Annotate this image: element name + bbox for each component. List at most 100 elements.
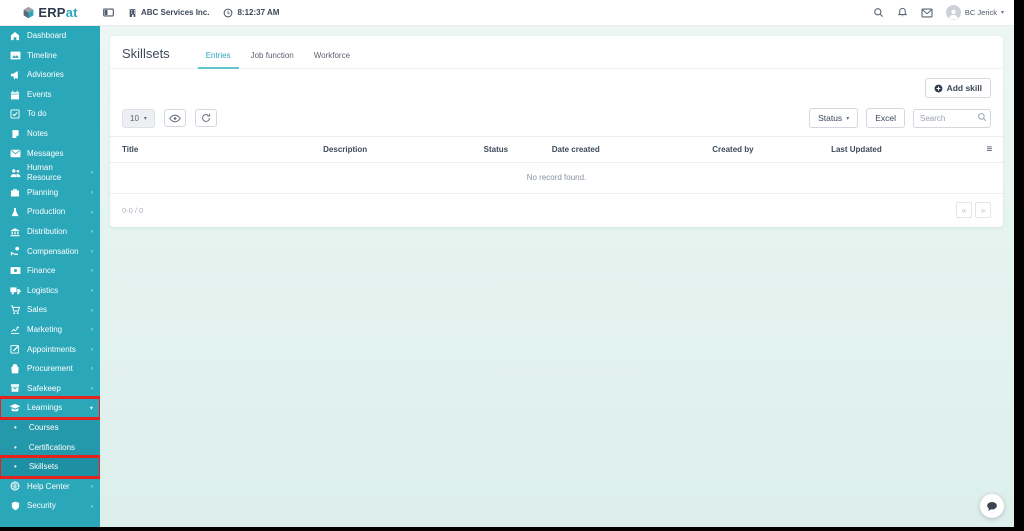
help-center-icon <box>9 481 21 491</box>
clock-icon <box>223 8 233 18</box>
sidebar-item-label: Timeline <box>27 50 57 60</box>
chat-bubble-icon <box>986 501 998 512</box>
column-header-date-created: Date created <box>539 136 701 163</box>
sidebar-item-learnings[interactable]: Learnings ▾ <box>0 396 100 420</box>
chevron-right-icon: › <box>90 169 93 177</box>
sidebar-item-sales[interactable]: Sales › <box>0 300 100 320</box>
safekeep-icon <box>9 383 21 393</box>
sidebar-item-label: To do <box>27 109 47 119</box>
sidebar-item-help-center[interactable]: Help Center › <box>0 477 100 497</box>
company-selector[interactable]: ABC Services Inc. <box>128 8 209 18</box>
sidebar-item-label: Notes <box>27 129 48 139</box>
search-field-wrap <box>913 108 991 128</box>
sidebar-item-distribution[interactable]: Distribution › <box>0 222 100 242</box>
sidebar-item-logistics[interactable]: Logistics › <box>0 281 100 301</box>
sidebar-item-production[interactable]: Production › <box>0 202 100 222</box>
sidebar-item-appointments[interactable]: Appointments › <box>0 340 100 360</box>
sidebar-item-dashboard[interactable]: Dashboard <box>0 26 100 46</box>
sidebar-item-label: Logistics <box>27 285 59 295</box>
sidebar-item-planning[interactable]: Planning › <box>0 183 100 203</box>
chevron-right-icon: › <box>90 228 93 236</box>
sidebar-item-courses[interactable]: • Courses <box>0 417 100 438</box>
skills-table: Title Description Status Date created Create… <box>110 136 1003 163</box>
status-filter-button[interactable]: Status ▾ <box>809 108 859 128</box>
messages-mail-icon[interactable] <box>921 8 933 18</box>
user-menu[interactable]: BC Jerick ▾ <box>945 5 1004 20</box>
pagination-prev-button[interactable]: « <box>956 202 972 218</box>
chevron-right-icon: › <box>90 287 93 295</box>
add-skill-button[interactable]: Add skill <box>924 78 991 98</box>
pagination-next-button[interactable]: » <box>975 202 991 218</box>
clock-display: 8:12:37 AM <box>223 8 279 18</box>
column-header-last-updated: Last Updated <box>819 136 975 163</box>
refresh-icon <box>201 113 211 123</box>
notifications-bell-icon[interactable] <box>897 7 908 18</box>
procurement-icon <box>9 363 21 374</box>
excel-export-button[interactable]: Excel <box>866 108 905 128</box>
notes-icon <box>9 129 21 139</box>
sidebar-item-notes[interactable]: Notes <box>0 124 100 144</box>
sidebar-item-to-do[interactable]: To do <box>0 104 100 124</box>
logo-text: ERPat <box>38 5 77 20</box>
search-icon[interactable] <box>873 7 884 18</box>
advisories-icon <box>9 70 21 80</box>
todo-icon <box>9 109 21 119</box>
refresh-button[interactable] <box>194 109 217 127</box>
column-header-created-by: Created by <box>700 136 820 163</box>
sidebar-item-advisories[interactable]: Advisories <box>0 65 100 85</box>
add-skill-label: Add skill <box>946 83 982 93</box>
tab-entries[interactable]: Entries <box>196 47 241 69</box>
logo-text-accent: at <box>65 5 78 20</box>
top-navbar: ERPat ABC Services Inc. 8:12:37 AM BC Je… <box>0 0 1014 26</box>
building-icon <box>128 8 137 18</box>
sidebar-item-label: Human Resource <box>27 163 62 182</box>
search-icon <box>977 112 987 122</box>
column-header-title: Title <box>110 136 312 163</box>
chevron-right-icon: › <box>90 189 93 197</box>
sidebar-item-security[interactable]: Security › <box>0 496 100 516</box>
messages-icon <box>9 149 21 158</box>
sidebar-toggle[interactable] <box>103 7 114 18</box>
excel-label: Excel <box>875 113 896 123</box>
tab-workforce[interactable]: Workforce <box>304 47 360 68</box>
sidebar-item-compensation[interactable]: Compensation › <box>0 242 100 262</box>
page-size-select[interactable]: 10 ▾ <box>122 108 155 128</box>
column-header-status: Status <box>471 136 540 163</box>
sidebar-item-skillsets[interactable]: • Skillsets <box>0 455 100 479</box>
sales-icon <box>9 305 21 315</box>
chevron-down-icon: ▾ <box>1000 10 1004 16</box>
sidebar-item-messages[interactable]: Messages <box>0 144 100 164</box>
tab-bar: Entries Job function Workforce <box>196 47 360 69</box>
sidebar-item-events[interactable]: Events <box>0 85 100 105</box>
app-screen: ERPat ABC Services Inc. 8:12:37 AM BC Je… <box>0 0 1024 531</box>
sidebar-item-label: Finance <box>27 266 56 276</box>
toggle-columns-button[interactable] <box>163 109 186 127</box>
sidebar-nav: Dashboard Timeline Advisories Events To do No… <box>0 26 100 527</box>
app-logo[interactable]: ERPat <box>0 0 100 25</box>
sidebar-item-label: Security <box>27 501 56 511</box>
sidebar-item-procurement[interactable]: Procurement › <box>0 359 100 379</box>
bullet-icon: • <box>14 462 17 472</box>
sidebar-item-finance[interactable]: Finance › <box>0 261 100 281</box>
sidebar-item-timeline[interactable]: Timeline <box>0 46 100 66</box>
sidebar-item-label: Messages <box>27 148 64 158</box>
sidebar-item-safekeep[interactable]: Safekeep › <box>0 379 100 399</box>
user-avatar <box>945 5 961 20</box>
table-header-row: Title Description Status Date created Create… <box>110 136 1003 163</box>
sidebar-item-marketing[interactable]: Marketing › <box>0 320 100 340</box>
sidebar-item-certifications[interactable]: • Certifications <box>0 437 100 458</box>
card-header: Skillsets Entries Job function Workforce <box>110 36 1003 69</box>
table-toolbar: 10 ▾ Status ▾ Excel Search <box>110 102 1003 136</box>
chevron-right-icon: › <box>90 345 93 353</box>
sidebar-item-label: Planning <box>27 187 59 197</box>
sidebar-item-label: Distribution <box>27 226 68 236</box>
chat-fab-button[interactable] <box>980 494 1004 518</box>
chevron-down-icon: ▾ <box>143 115 147 122</box>
sidebar-item-label: Events <box>27 89 52 99</box>
sidebar-item-label: Production <box>27 207 66 217</box>
page-title: Skillsets <box>122 46 170 61</box>
human-resource-icon <box>9 168 21 178</box>
table-menu-icon[interactable]: ≡ <box>974 136 1003 163</box>
tab-job-function[interactable]: Job function <box>241 47 304 68</box>
sidebar-item-human-resource[interactable]: Human Resource › <box>0 163 100 183</box>
